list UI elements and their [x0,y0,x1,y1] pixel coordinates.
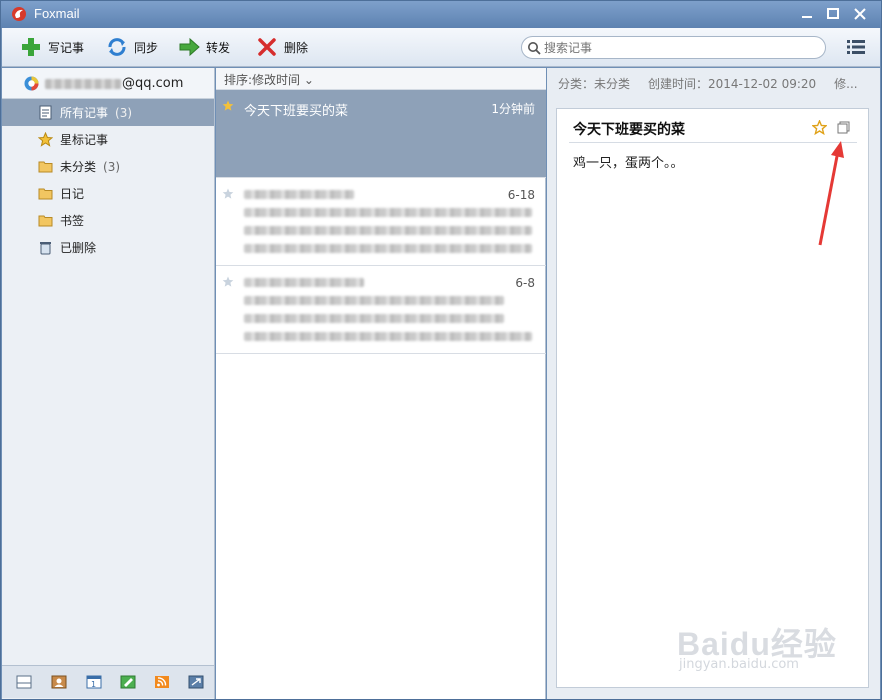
sidebar-item-label: 星标记事 [60,133,109,147]
blurred-note-preview [244,332,532,341]
sync-icon [108,38,126,56]
forward-label: 转发 [206,40,231,55]
note-modified-truncated: 修... [834,77,858,91]
blurred-note-preview [244,226,532,235]
blurred-username [45,79,121,89]
note-list-item[interactable]: 6-18 [216,178,546,266]
note-detail-pane: 分类：未分类 创建时间：2014-12-02 09:20 修... 今天下班要买… [547,68,880,699]
rss-module-icon[interactable] [154,675,170,689]
delete-x-icon [258,38,276,56]
note-body[interactable]: 鸡一只，蛋两个。。 [573,152,684,171]
sync-button[interactable]: 同步 [106,35,158,59]
write-note-button[interactable]: 写记事 [20,35,84,59]
note-list-item[interactable]: 6-8 [216,266,546,354]
app-window: Foxmail 写记事 同步 转发 删除 搜索记事 @qq.com 所有记事 (… [0,0,882,700]
note-date: 6-8 [515,276,535,290]
maximize-icon[interactable] [823,5,843,23]
sort-bar[interactable]: 排序:修改时间 ⌄ [216,68,546,90]
blurred-note-preview [244,208,532,217]
search-input[interactable] [544,40,814,56]
title-bar: Foxmail [1,1,881,28]
note-count: (3) [103,159,121,174]
star-icon[interactable] [222,276,234,288]
account-email: @qq.com [122,76,184,91]
star-icon[interactable] [222,100,234,112]
note-editor[interactable]: 今天下班要买的菜 鸡一只，蛋两个。。 Baidu经验 jingyan.baidu… [556,108,869,688]
sidebar-item-label: 书签 [60,214,85,228]
sidebar-item-diary[interactable]: 日记 [2,180,214,207]
chevron-down-icon: ⌄ [303,73,314,87]
star-icon [38,132,53,147]
close-icon[interactable] [850,5,870,23]
note-created-time: 创建时间：2014-12-02 09:20 [648,77,817,91]
contacts-module-icon[interactable] [51,675,67,689]
forward-arrow-icon [179,37,200,57]
sidebar: @qq.com 所有记事 (3) 星标记事 未分类 (3) 日记 书签 已删除 … [2,68,215,699]
blurred-note-preview [244,296,504,305]
star-icon[interactable] [222,188,234,200]
folder-icon [38,215,53,227]
star-icon[interactable] [812,120,827,135]
sort-dropdown[interactable]: 排序:修改时间 ⌄ [224,71,314,88]
sidebar-item-label: 日记 [60,187,85,201]
module-switcher: 1 [2,665,214,698]
sidebar-item-label: 已删除 [60,241,97,255]
note-icon [39,105,52,120]
baidu-watermark: Baidu经验 jingyan.baidu.com [677,619,867,679]
watermark-url: jingyan.baidu.com [679,657,799,672]
note-list-pane: 排序:修改时间 ⌄ 今天下班要买的菜 1分钟前 6-18 6-8 [216,68,546,699]
foxmail-logo-icon [12,7,26,21]
blurred-note-title [244,278,364,287]
delete-button[interactable]: 删除 [256,35,308,59]
note-category[interactable]: 分类：未分类 [558,75,630,92]
sidebar-item-bookmarks[interactable]: 书签 [2,207,214,234]
account-row[interactable]: @qq.com [2,68,214,99]
svg-text:1: 1 [91,680,96,689]
search-box[interactable] [521,36,826,59]
trash-icon [40,242,51,255]
copy-window-icon[interactable] [837,121,850,134]
sidebar-item-starred[interactable]: 星标记事 [2,126,214,153]
sidebar-item-label: 未分类 [60,160,97,174]
note-title[interactable]: 今天下班要买的菜 [573,119,685,139]
notes-module-icon[interactable] [120,675,136,689]
blurred-note-preview [244,244,532,253]
sidebar-item-label: 所有记事 [60,106,109,120]
sidebar-item-deleted[interactable]: 已删除 [2,234,214,261]
delete-label: 删除 [284,40,309,55]
blurred-note-title [244,190,354,199]
note-list-item[interactable]: 今天下班要买的菜 1分钟前 [216,90,546,178]
calendar-module-icon[interactable]: 1 [86,675,102,689]
note-date: 1分钟前 [491,102,535,116]
toolbar: 写记事 同步 转发 删除 [2,28,880,67]
folder-icon [38,161,53,173]
sort-label: 排序:修改时间 [224,73,301,87]
note-meta-bar: 分类：未分类 创建时间：2014-12-02 09:20 修... [547,68,880,99]
folder-icon [38,188,53,200]
app-center-icon[interactable] [188,675,204,689]
sidebar-item-uncategorized[interactable]: 未分类 (3) [2,153,214,180]
forward-button[interactable]: 转发 [178,35,230,59]
note-title: 今天下班要买的菜 [244,104,349,119]
write-note-label: 写记事 [48,40,85,55]
qq-account-icon [24,76,39,91]
sidebar-item-all-notes[interactable]: 所有记事 (3) [2,99,214,126]
mail-module-icon[interactable] [16,675,32,689]
minimize-icon[interactable] [797,5,817,23]
sync-label: 同步 [134,40,159,55]
note-count: (3) [115,105,133,120]
blurred-note-preview [244,314,504,323]
note-date: 6-18 [507,188,535,202]
plus-icon [22,38,40,56]
search-icon [528,42,541,55]
list-menu-icon[interactable] [847,39,865,55]
app-title: Foxmail [34,6,80,21]
annotation-arrow-icon [818,141,844,246]
